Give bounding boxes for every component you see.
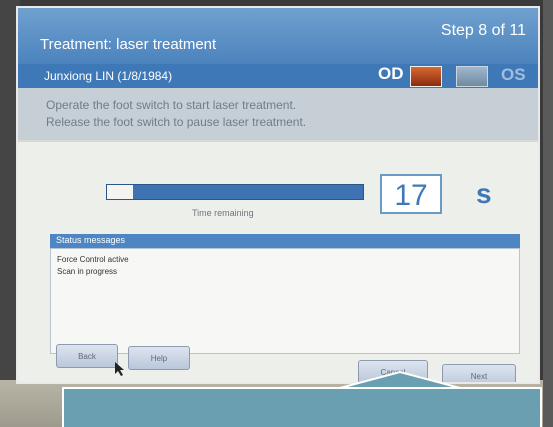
callout-arrow [339, 370, 461, 389]
callout-banner [62, 387, 542, 427]
callout-pointer [339, 370, 461, 389]
